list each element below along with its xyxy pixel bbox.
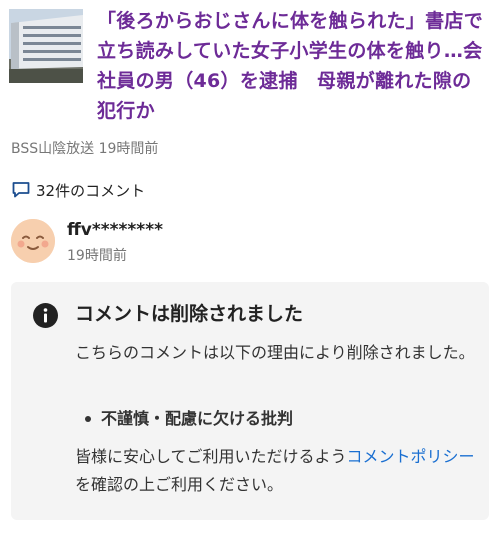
article-thumbnail[interactable] [9,9,83,83]
speech-bubble-icon [11,181,31,199]
comment-header: ffv******** 19時間前 [11,214,491,274]
building-image [9,9,83,83]
notice-footer-text-end: を確認の上ご利用ください。 [75,475,284,494]
deletion-reason-text: 不謹慎・配慮に欠ける批判 [101,409,294,428]
comment-policy-link[interactable]: コメントポリシー [347,447,475,466]
notice-body: こちらのコメントは以下の理由により削除されました。 [75,343,475,362]
bullet-icon [85,416,91,422]
article-card[interactable]: 「後ろからおじさんに体を触られた」書店で立ち読みしていた女子小学生の体を触り…会… [0,0,500,140]
comment-count-label: 32件のコメント [36,181,146,200]
info-icon [33,303,58,328]
article-source-time: BSS山陰放送 19時間前 [11,141,159,157]
smiley-face-icon [11,219,55,263]
deleted-comment-notice: コメントは削除されました こちらのコメントは以下の理由により削除されました。 不… [11,282,489,520]
comment-time: 19時間前 [67,248,127,264]
notice-footer: 皆様に安心してご利用いただけるようコメントポリシーを確認の上ご利用ください。 [75,443,480,499]
deletion-reason: 不謹慎・配慮に欠ける批判 [85,405,293,433]
notice-title: コメントは削除されました [75,303,304,325]
comment-count-link[interactable]: 32件のコメント [11,178,145,202]
comment-username[interactable]: ffv******** [67,218,163,242]
notice-footer-text: 皆様に安心してご利用いただけるよう [75,447,347,466]
article-headline[interactable]: 「後ろからおじさんに体を触られた」書店で立ち読みしていた女子小学生の体を触り…会… [97,6,489,126]
